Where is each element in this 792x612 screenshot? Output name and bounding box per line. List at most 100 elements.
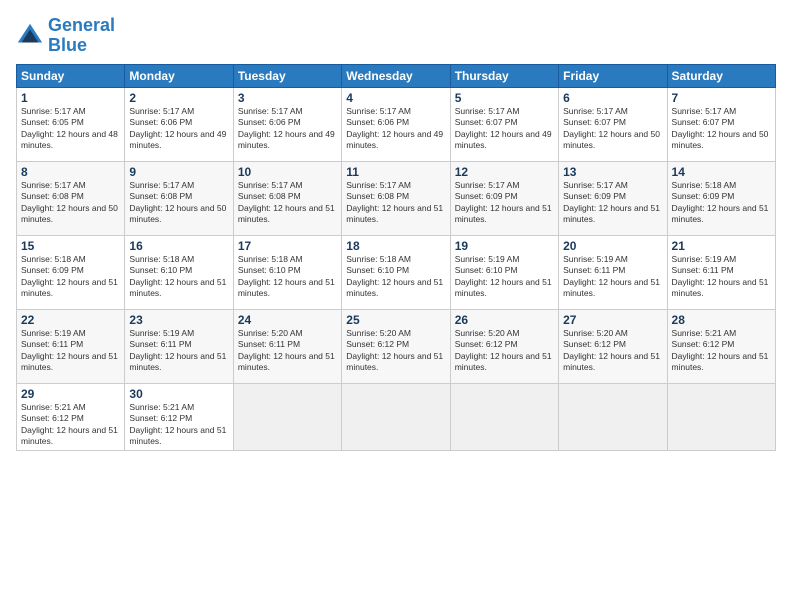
day-info: Sunrise: 5:17 AMSunset: 6:09 PMDaylight:… bbox=[563, 180, 660, 224]
calendar-week-row: 8Sunrise: 5:17 AMSunset: 6:08 PMDaylight… bbox=[17, 161, 776, 235]
calendar-cell: 12Sunrise: 5:17 AMSunset: 6:09 PMDayligh… bbox=[450, 161, 558, 235]
day-info: Sunrise: 5:17 AMSunset: 6:08 PMDaylight:… bbox=[21, 180, 118, 224]
day-number: 5 bbox=[455, 91, 554, 105]
day-number: 7 bbox=[672, 91, 771, 105]
calendar-cell: 25Sunrise: 5:20 AMSunset: 6:12 PMDayligh… bbox=[342, 309, 450, 383]
day-info: Sunrise: 5:18 AMSunset: 6:09 PMDaylight:… bbox=[21, 254, 118, 298]
day-number: 30 bbox=[129, 387, 228, 401]
weekday-header-saturday: Saturday bbox=[667, 64, 775, 87]
day-number: 3 bbox=[238, 91, 337, 105]
day-number: 18 bbox=[346, 239, 445, 253]
day-number: 13 bbox=[563, 165, 662, 179]
calendar-cell: 11Sunrise: 5:17 AMSunset: 6:08 PMDayligh… bbox=[342, 161, 450, 235]
day-info: Sunrise: 5:17 AMSunset: 6:07 PMDaylight:… bbox=[563, 106, 660, 150]
calendar-table: SundayMondayTuesdayWednesdayThursdayFrid… bbox=[16, 64, 776, 452]
day-number: 1 bbox=[21, 91, 120, 105]
day-info: Sunrise: 5:17 AMSunset: 6:07 PMDaylight:… bbox=[672, 106, 769, 150]
calendar-cell: 20Sunrise: 5:19 AMSunset: 6:11 PMDayligh… bbox=[559, 235, 667, 309]
calendar-cell: 26Sunrise: 5:20 AMSunset: 6:12 PMDayligh… bbox=[450, 309, 558, 383]
day-number: 22 bbox=[21, 313, 120, 327]
calendar-cell: 9Sunrise: 5:17 AMSunset: 6:08 PMDaylight… bbox=[125, 161, 233, 235]
calendar-week-row: 1Sunrise: 5:17 AMSunset: 6:05 PMDaylight… bbox=[17, 87, 776, 161]
calendar-cell bbox=[233, 383, 341, 451]
calendar-cell: 3Sunrise: 5:17 AMSunset: 6:06 PMDaylight… bbox=[233, 87, 341, 161]
day-number: 4 bbox=[346, 91, 445, 105]
day-number: 15 bbox=[21, 239, 120, 253]
calendar-cell: 6Sunrise: 5:17 AMSunset: 6:07 PMDaylight… bbox=[559, 87, 667, 161]
day-info: Sunrise: 5:17 AMSunset: 6:05 PMDaylight:… bbox=[21, 106, 118, 150]
day-info: Sunrise: 5:21 AMSunset: 6:12 PMDaylight:… bbox=[21, 402, 118, 446]
calendar-cell: 10Sunrise: 5:17 AMSunset: 6:08 PMDayligh… bbox=[233, 161, 341, 235]
day-number: 27 bbox=[563, 313, 662, 327]
day-info: Sunrise: 5:19 AMSunset: 6:10 PMDaylight:… bbox=[455, 254, 552, 298]
calendar-cell: 24Sunrise: 5:20 AMSunset: 6:11 PMDayligh… bbox=[233, 309, 341, 383]
weekday-header-sunday: Sunday bbox=[17, 64, 125, 87]
calendar-cell: 4Sunrise: 5:17 AMSunset: 6:06 PMDaylight… bbox=[342, 87, 450, 161]
day-info: Sunrise: 5:19 AMSunset: 6:11 PMDaylight:… bbox=[129, 328, 226, 372]
day-number: 23 bbox=[129, 313, 228, 327]
calendar-page: General Blue SundayMondayTuesdayWednesda… bbox=[0, 0, 792, 612]
weekday-header-row: SundayMondayTuesdayWednesdayThursdayFrid… bbox=[17, 64, 776, 87]
day-number: 8 bbox=[21, 165, 120, 179]
day-number: 24 bbox=[238, 313, 337, 327]
day-info: Sunrise: 5:21 AMSunset: 6:12 PMDaylight:… bbox=[129, 402, 226, 446]
day-number: 12 bbox=[455, 165, 554, 179]
weekday-header-thursday: Thursday bbox=[450, 64, 558, 87]
day-info: Sunrise: 5:19 AMSunset: 6:11 PMDaylight:… bbox=[21, 328, 118, 372]
calendar-cell bbox=[342, 383, 450, 451]
calendar-cell: 19Sunrise: 5:19 AMSunset: 6:10 PMDayligh… bbox=[450, 235, 558, 309]
day-number: 14 bbox=[672, 165, 771, 179]
header: General Blue bbox=[16, 16, 776, 56]
day-number: 11 bbox=[346, 165, 445, 179]
calendar-cell: 13Sunrise: 5:17 AMSunset: 6:09 PMDayligh… bbox=[559, 161, 667, 235]
calendar-cell: 22Sunrise: 5:19 AMSunset: 6:11 PMDayligh… bbox=[17, 309, 125, 383]
logo: General Blue bbox=[16, 16, 115, 56]
day-number: 17 bbox=[238, 239, 337, 253]
logo-text: General Blue bbox=[48, 16, 115, 56]
logo-icon bbox=[16, 22, 44, 50]
calendar-week-row: 15Sunrise: 5:18 AMSunset: 6:09 PMDayligh… bbox=[17, 235, 776, 309]
day-number: 20 bbox=[563, 239, 662, 253]
day-info: Sunrise: 5:17 AMSunset: 6:08 PMDaylight:… bbox=[238, 180, 335, 224]
calendar-cell: 28Sunrise: 5:21 AMSunset: 6:12 PMDayligh… bbox=[667, 309, 775, 383]
day-number: 29 bbox=[21, 387, 120, 401]
calendar-cell: 16Sunrise: 5:18 AMSunset: 6:10 PMDayligh… bbox=[125, 235, 233, 309]
weekday-header-friday: Friday bbox=[559, 64, 667, 87]
calendar-cell: 21Sunrise: 5:19 AMSunset: 6:11 PMDayligh… bbox=[667, 235, 775, 309]
calendar-cell: 1Sunrise: 5:17 AMSunset: 6:05 PMDaylight… bbox=[17, 87, 125, 161]
calendar-week-row: 29Sunrise: 5:21 AMSunset: 6:12 PMDayligh… bbox=[17, 383, 776, 451]
day-info: Sunrise: 5:17 AMSunset: 6:06 PMDaylight:… bbox=[346, 106, 443, 150]
day-info: Sunrise: 5:19 AMSunset: 6:11 PMDaylight:… bbox=[563, 254, 660, 298]
day-info: Sunrise: 5:17 AMSunset: 6:08 PMDaylight:… bbox=[129, 180, 226, 224]
calendar-cell: 27Sunrise: 5:20 AMSunset: 6:12 PMDayligh… bbox=[559, 309, 667, 383]
day-number: 21 bbox=[672, 239, 771, 253]
calendar-cell bbox=[450, 383, 558, 451]
day-info: Sunrise: 5:20 AMSunset: 6:11 PMDaylight:… bbox=[238, 328, 335, 372]
calendar-cell: 23Sunrise: 5:19 AMSunset: 6:11 PMDayligh… bbox=[125, 309, 233, 383]
weekday-header-monday: Monday bbox=[125, 64, 233, 87]
day-info: Sunrise: 5:17 AMSunset: 6:06 PMDaylight:… bbox=[129, 106, 226, 150]
calendar-cell: 2Sunrise: 5:17 AMSunset: 6:06 PMDaylight… bbox=[125, 87, 233, 161]
weekday-header-wednesday: Wednesday bbox=[342, 64, 450, 87]
day-number: 10 bbox=[238, 165, 337, 179]
day-info: Sunrise: 5:21 AMSunset: 6:12 PMDaylight:… bbox=[672, 328, 769, 372]
day-number: 9 bbox=[129, 165, 228, 179]
day-number: 6 bbox=[563, 91, 662, 105]
calendar-cell: 29Sunrise: 5:21 AMSunset: 6:12 PMDayligh… bbox=[17, 383, 125, 451]
calendar-week-row: 22Sunrise: 5:19 AMSunset: 6:11 PMDayligh… bbox=[17, 309, 776, 383]
day-info: Sunrise: 5:17 AMSunset: 6:06 PMDaylight:… bbox=[238, 106, 335, 150]
day-info: Sunrise: 5:18 AMSunset: 6:10 PMDaylight:… bbox=[129, 254, 226, 298]
calendar-cell: 15Sunrise: 5:18 AMSunset: 6:09 PMDayligh… bbox=[17, 235, 125, 309]
day-info: Sunrise: 5:18 AMSunset: 6:10 PMDaylight:… bbox=[238, 254, 335, 298]
day-number: 28 bbox=[672, 313, 771, 327]
day-info: Sunrise: 5:18 AMSunset: 6:10 PMDaylight:… bbox=[346, 254, 443, 298]
weekday-header-tuesday: Tuesday bbox=[233, 64, 341, 87]
calendar-cell: 5Sunrise: 5:17 AMSunset: 6:07 PMDaylight… bbox=[450, 87, 558, 161]
day-info: Sunrise: 5:20 AMSunset: 6:12 PMDaylight:… bbox=[455, 328, 552, 372]
day-info: Sunrise: 5:17 AMSunset: 6:08 PMDaylight:… bbox=[346, 180, 443, 224]
calendar-cell: 7Sunrise: 5:17 AMSunset: 6:07 PMDaylight… bbox=[667, 87, 775, 161]
calendar-cell: 18Sunrise: 5:18 AMSunset: 6:10 PMDayligh… bbox=[342, 235, 450, 309]
calendar-cell bbox=[559, 383, 667, 451]
calendar-cell: 30Sunrise: 5:21 AMSunset: 6:12 PMDayligh… bbox=[125, 383, 233, 451]
calendar-cell: 8Sunrise: 5:17 AMSunset: 6:08 PMDaylight… bbox=[17, 161, 125, 235]
